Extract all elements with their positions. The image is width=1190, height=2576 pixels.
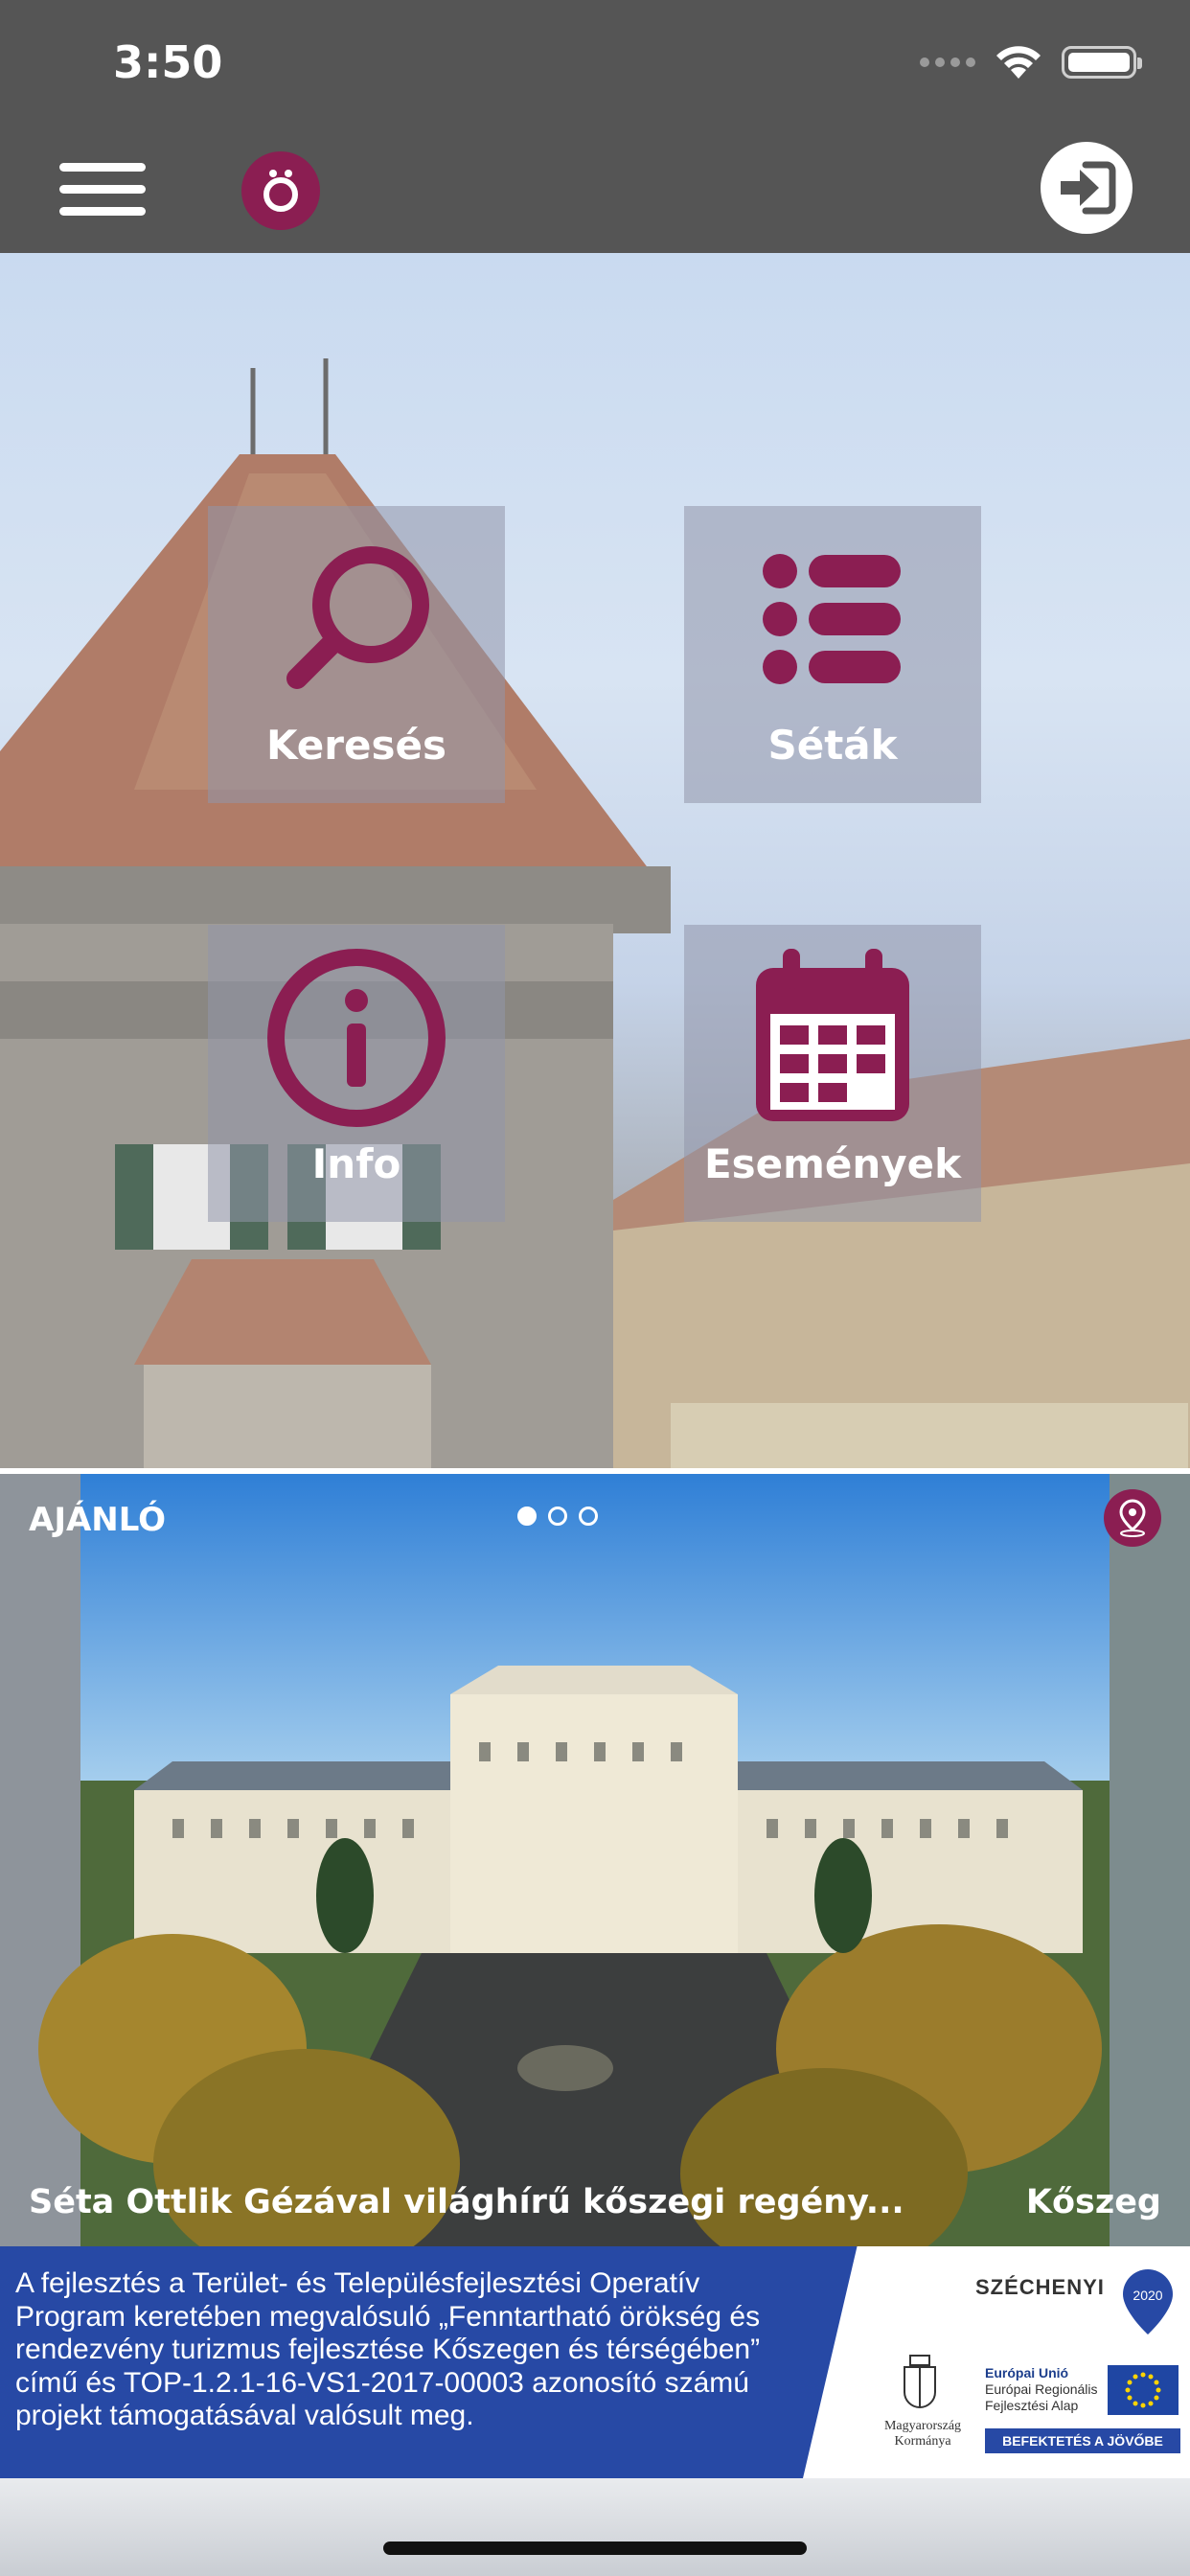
search-icon xyxy=(280,542,433,696)
carousel-caption[interactable]: Séta Ottlik Gézával világhírű kőszegi re… xyxy=(29,2183,904,2221)
kormany-text: Magyarország Kormánya xyxy=(866,2419,979,2450)
page-indicator xyxy=(517,1506,598,1526)
szechenyi-logo: SZÉCHENYI xyxy=(975,2275,1105,2299)
tile-walks[interactable]: Séták xyxy=(684,506,981,803)
funding-logos: SZÉCHENYI 2020 Magyarország Kormánya Eur… xyxy=(803,2246,1190,2478)
tile-label: Info xyxy=(311,1140,401,1187)
app-logo-icon[interactable] xyxy=(241,151,320,230)
page-dot[interactable] xyxy=(517,1506,537,1526)
szechenyi-year: 2020 xyxy=(1133,2288,1162,2303)
info-icon xyxy=(265,949,447,1127)
kormany-line1: Magyarország xyxy=(883,2419,962,2433)
tile-label: Keresés xyxy=(266,722,446,769)
eu-text: Európai Unió Európai Regionális Fejleszt… xyxy=(985,2365,1098,2414)
status-icons xyxy=(920,44,1142,80)
bottom-area xyxy=(0,2478,1190,2576)
calendar-icon xyxy=(751,949,914,1121)
hungary-crest-icon xyxy=(904,2355,936,2408)
map-pin-button[interactable] xyxy=(1104,1489,1161,1547)
eu-line2: Európai Regionális xyxy=(985,2381,1098,2397)
hero-background: Keresés Séták Info Események xyxy=(0,253,1190,1468)
wifi-icon xyxy=(996,46,1041,79)
login-button[interactable] xyxy=(1041,142,1133,234)
eu-flag-icon xyxy=(1108,2365,1179,2415)
status-time: 3:50 xyxy=(113,36,223,88)
befektetes-label: BEFEKTETÉS A JÖVŐBE xyxy=(985,2428,1180,2453)
tile-events[interactable]: Események xyxy=(684,925,981,1222)
battery-icon xyxy=(1062,46,1142,79)
tile-label: Események xyxy=(703,1140,962,1187)
recommendation-carousel[interactable]: AJÁNLÓ Séta Ottlik Gézával világhírű kős… xyxy=(0,1474,1190,2246)
carousel-photo[interactable] xyxy=(0,1474,1190,2246)
page-dot[interactable] xyxy=(548,1506,567,1526)
page-dot[interactable] xyxy=(579,1506,598,1526)
list-icon xyxy=(761,542,904,696)
funding-banner: A fejlesztés a Terület- és Településfejl… xyxy=(0,2246,1190,2478)
eu-line3: Fejlesztési Alap xyxy=(985,2398,1079,2413)
tile-label: Séták xyxy=(767,722,898,769)
tile-search[interactable]: Keresés xyxy=(208,506,505,803)
login-icon xyxy=(1061,161,1116,215)
szechenyi-pin-icon: 2020 xyxy=(1123,2269,1173,2334)
home-indicator[interactable] xyxy=(383,2542,807,2555)
castle-photo xyxy=(0,358,1190,1468)
map-pin-icon xyxy=(1119,1499,1146,1537)
tile-info[interactable]: Info xyxy=(208,925,505,1222)
carousel-location: Kőszeg xyxy=(1025,2183,1161,2221)
section-label: AJÁNLÓ xyxy=(29,1501,167,1539)
cellular-signal-icon xyxy=(920,58,975,67)
kormany-line2: Kormánya xyxy=(894,2434,951,2449)
hamburger-menu-icon[interactable] xyxy=(59,163,146,217)
top-bar: 3:50 xyxy=(0,0,1190,253)
eu-line1: Európai Unió xyxy=(985,2365,1069,2380)
funding-text: A fejlesztés a Terület- és Településfejl… xyxy=(15,2267,761,2431)
